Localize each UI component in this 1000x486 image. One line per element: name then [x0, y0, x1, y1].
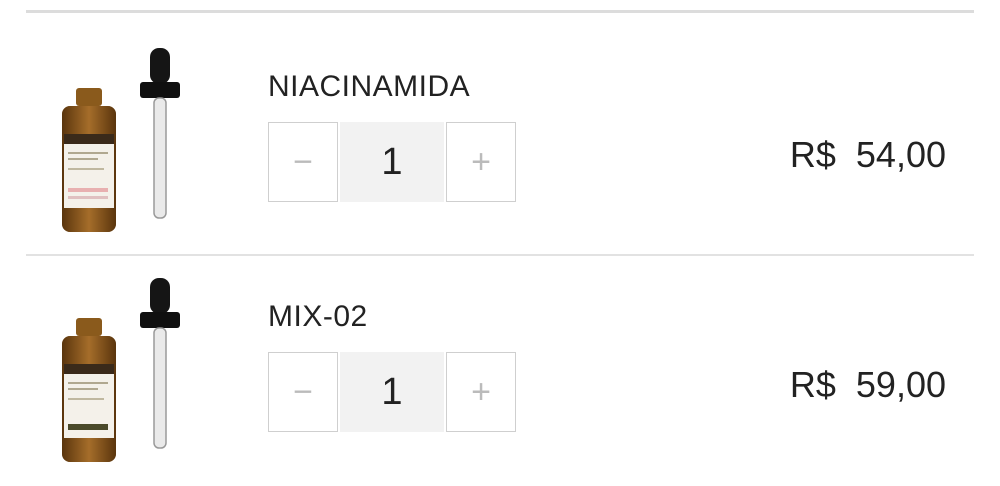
- increase-quantity-button[interactable]: +: [446, 122, 516, 202]
- quantity-value[interactable]: 1: [340, 352, 444, 432]
- quantity-stepper: − 1 +: [268, 352, 518, 432]
- cart-item: MIX-02 − 1 + R$ 59,00: [0, 256, 1000, 486]
- increase-quantity-button[interactable]: +: [446, 352, 516, 432]
- product-name[interactable]: MIX-02: [268, 300, 368, 334]
- decrease-quantity-button[interactable]: −: [268, 122, 338, 202]
- decrease-quantity-button[interactable]: −: [268, 352, 338, 432]
- product-image[interactable]: [50, 48, 190, 238]
- cart-item: NIACINAMIDA − 1 + R$ 54,00: [0, 14, 1000, 244]
- quantity-stepper: − 1 +: [268, 122, 518, 202]
- top-divider: [26, 10, 974, 13]
- product-image[interactable]: [50, 278, 190, 468]
- product-name[interactable]: NIACINAMIDA: [268, 70, 470, 104]
- product-price: R$ 59,00: [789, 364, 946, 405]
- quantity-value[interactable]: 1: [340, 122, 444, 202]
- product-price: R$ 54,00: [789, 134, 946, 175]
